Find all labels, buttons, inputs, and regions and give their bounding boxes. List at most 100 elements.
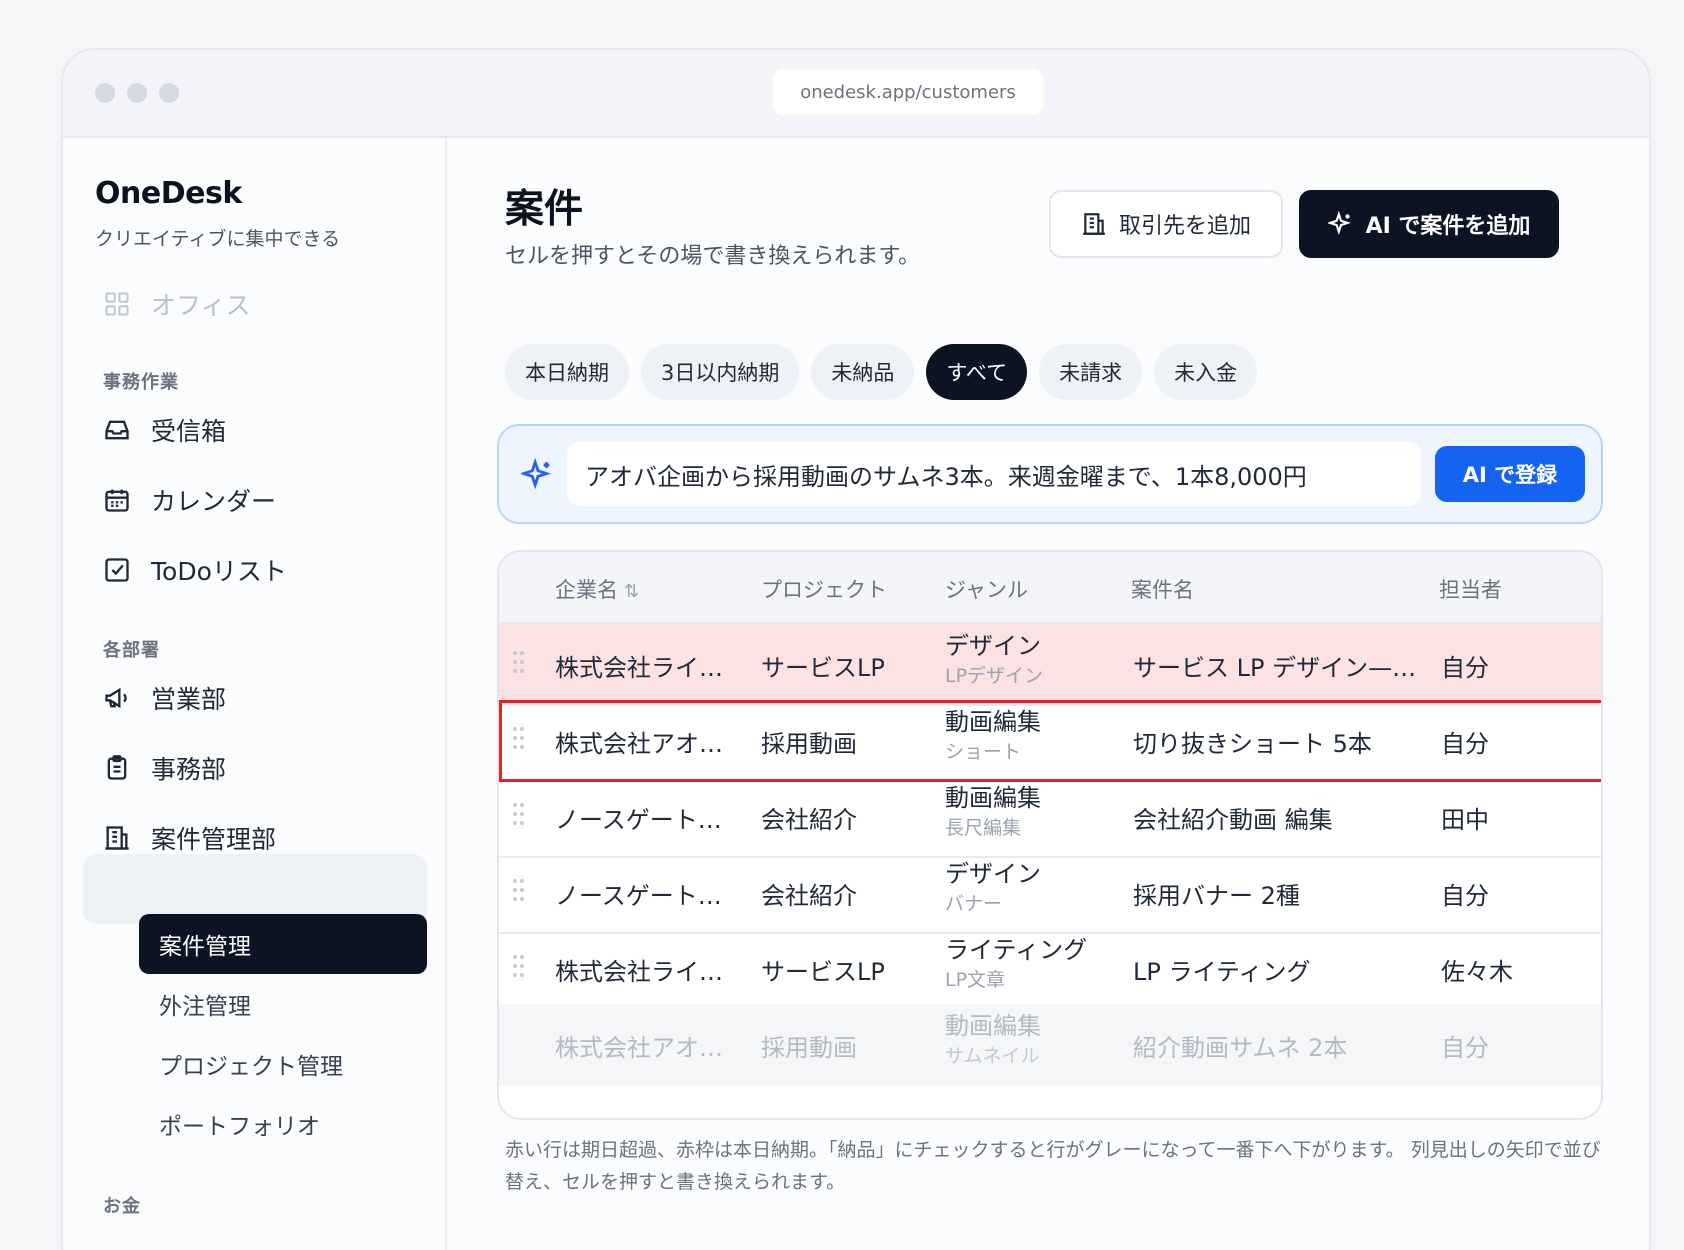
cell-project[interactable]: 会社紹介	[761, 876, 857, 911]
cell-company[interactable]: ノースゲート…	[555, 876, 722, 911]
building-icon	[1083, 213, 1105, 235]
browser-titlebar: onedesk.app/customers	[63, 50, 1649, 138]
filter-chip-unbilled[interactable]: 未請求	[1039, 344, 1143, 400]
column-header-project[interactable]: プロジェクト	[761, 574, 887, 604]
cell-owner[interactable]: 自分	[1441, 724, 1489, 759]
filter-chip-due-today[interactable]: 本日納期	[505, 344, 629, 400]
cell-company[interactable]: 株式会社ライ…	[555, 648, 723, 683]
cell-genre[interactable]: 動画編集 ショート	[945, 706, 1041, 766]
column-header-name[interactable]: 案件名	[1131, 574, 1194, 604]
table-row[interactable]: 株式会社アオ… 採用動画 動画編集 ショート 切り抜きショート 5本 自分	[499, 700, 1601, 782]
section-label-money: お金	[103, 1196, 141, 1217]
sidebar-subitem-projects[interactable]: プロジェクト管理	[139, 1034, 427, 1094]
browser-window: onedesk.app/customers OneDesk クリエイティブに集中…	[61, 48, 1651, 1250]
maximize-window-dot[interactable]	[159, 83, 179, 103]
filter-chip-undelivered[interactable]: 未納品	[811, 344, 915, 400]
minimize-window-dot[interactable]	[127, 83, 147, 103]
building-icon	[105, 826, 129, 850]
table-header: 企業名 ⇅ プロジェクト ジャンル 案件名 担当者	[499, 552, 1601, 624]
filter-chip-all[interactable]: すべて	[926, 344, 1028, 400]
brand-logo[interactable]: OneDesk	[95, 176, 242, 211]
sidebar-item-label: 案件管理部	[151, 825, 277, 854]
grid-icon	[105, 292, 129, 316]
sidebar-item-label: 受信箱	[151, 417, 227, 446]
cell-name[interactable]: 採用バナー 2種	[1133, 876, 1300, 911]
cell-owner[interactable]: 佐々木	[1441, 952, 1513, 987]
sidebar-subitem-project-management[interactable]: 案件管理	[139, 914, 427, 974]
sidebar-item-label: 営業部	[151, 685, 227, 714]
cell-company[interactable]: 株式会社アオ…	[555, 1028, 723, 1063]
cell-genre[interactable]: 動画編集 長尺編集	[945, 782, 1041, 842]
column-header-label: 企業名	[555, 578, 618, 602]
drag-handle-icon[interactable]	[513, 651, 527, 677]
checkbox-icon	[105, 558, 129, 582]
section-label-office-work: 事務作業	[103, 372, 179, 393]
sidebar-subitem-portfolio[interactable]: ポートフォリオ	[139, 1094, 427, 1154]
cell-project[interactable]: 採用動画	[761, 724, 857, 759]
genre-main: デザイン	[945, 860, 1041, 888]
cell-company[interactable]: 株式会社ライ…	[555, 952, 723, 987]
drag-handle-icon[interactable]	[513, 955, 527, 981]
close-window-dot[interactable]	[95, 83, 115, 103]
ai-add-project-button[interactable]: AI で案件を追加	[1299, 190, 1559, 258]
sidebar-item-todo[interactable]: ToDoリスト	[103, 552, 287, 588]
column-header-owner[interactable]: 担当者	[1439, 574, 1502, 604]
sidebar: OneDesk クリエイティブに集中できる オフィス 事務作業 受信箱 カレンダ…	[63, 138, 447, 1250]
sidebar-item-projects-dept[interactable]: 案件管理部	[103, 820, 276, 856]
cell-project[interactable]: サービスLP	[761, 648, 885, 683]
sidebar-item-calendar[interactable]: カレンダー	[103, 482, 276, 518]
sort-arrows-icon[interactable]: ⇅	[624, 581, 639, 602]
sparkle-icon	[521, 458, 551, 490]
cell-genre[interactable]: デザイン LPデザイン	[945, 630, 1043, 690]
sidebar-subitem-outsourcing[interactable]: 外注管理	[139, 974, 427, 1034]
cell-name[interactable]: 切り抜きショート 5本	[1133, 724, 1372, 759]
table-row[interactable]: 株式会社アオ… 採用動画 動画編集 サムネイル 紹介動画サムネ 2本 自分	[499, 1004, 1601, 1086]
column-header-genre[interactable]: ジャンル	[945, 574, 1028, 604]
cell-project[interactable]: サービスLP	[761, 952, 885, 987]
ai-entry-input[interactable]	[567, 442, 1421, 506]
drag-handle-icon[interactable]	[513, 803, 527, 829]
table-row[interactable]: 株式会社ライ… サービスLP ライティング LP文章 LP ライティング 佐々木	[499, 928, 1601, 1010]
cell-project[interactable]: 採用動画	[761, 1028, 857, 1063]
cell-owner[interactable]: 自分	[1441, 1028, 1489, 1063]
sidebar-item-office[interactable]: オフィス	[103, 286, 251, 322]
filter-chip-unpaid[interactable]: 未入金	[1154, 344, 1258, 400]
genre-sub: LP文章	[945, 969, 1006, 991]
genre-sub: バナー	[945, 893, 1003, 915]
cell-name[interactable]: 紹介動画サムネ 2本	[1133, 1028, 1347, 1063]
page-title: 案件	[505, 187, 584, 232]
page-subtitle: セルを押すとその場で書き換えられます。	[505, 244, 921, 269]
table-row[interactable]: ノースゲート… 会社紹介 デザイン バナー 採用バナー 2種 自分	[499, 852, 1601, 934]
table-row[interactable]: ノースゲート… 会社紹介 動画編集 長尺編集 会社紹介動画 編集 田中	[499, 776, 1601, 858]
cell-name[interactable]: 会社紹介動画 編集	[1133, 800, 1333, 835]
brand-tagline: クリエイティブに集中できる	[95, 228, 341, 250]
sidebar-item-sales[interactable]: 営業部	[103, 680, 226, 716]
add-client-button[interactable]: 取引先を追加	[1049, 190, 1283, 258]
sidebar-item-admin[interactable]: 事務部	[103, 750, 226, 786]
cell-genre[interactable]: デザイン バナー	[945, 858, 1041, 918]
sparkle-icon	[1327, 211, 1351, 236]
cell-genre[interactable]: 動画編集 サムネイル	[945, 1010, 1041, 1070]
genre-main: ライティング	[945, 936, 1088, 964]
table-footnote: 赤い行は期日超過、赤枠は本日納期。「納品」にチェックすると行がグレーになって一番…	[505, 1139, 1601, 1193]
cell-company[interactable]: 株式会社アオ…	[555, 724, 723, 759]
address-bar[interactable]: onedesk.app/customers	[773, 69, 1043, 115]
cell-owner[interactable]: 自分	[1441, 876, 1489, 911]
add-client-label: 取引先を追加	[1118, 214, 1251, 239]
cell-genre[interactable]: ライティング LP文章	[945, 934, 1087, 994]
table-row[interactable]: 株式会社ライ… サービスLP デザイン LPデザイン サービス LP デザイン—…	[499, 624, 1601, 706]
cell-name[interactable]: サービス LP デザイン—…	[1133, 648, 1416, 683]
cell-owner[interactable]: 田中	[1441, 800, 1489, 835]
cell-project[interactable]: 会社紹介	[761, 800, 857, 835]
drag-handle-icon[interactable]	[513, 727, 527, 753]
ai-register-button[interactable]: AI で登録	[1435, 446, 1585, 502]
drag-handle-icon[interactable]	[513, 879, 527, 905]
cell-name[interactable]: LP ライティング	[1133, 952, 1311, 987]
ai-add-project-label: AI で案件を追加	[1365, 214, 1531, 239]
column-header-company[interactable]: 企業名 ⇅	[555, 574, 639, 604]
cell-owner[interactable]: 自分	[1441, 648, 1489, 683]
sidebar-item-inbox[interactable]: 受信箱	[103, 412, 226, 448]
filter-chip-due-3days[interactable]: 3日以内納期	[641, 344, 800, 400]
cell-company[interactable]: ノースゲート…	[555, 800, 722, 835]
section-label-departments: 各部署	[103, 640, 160, 661]
